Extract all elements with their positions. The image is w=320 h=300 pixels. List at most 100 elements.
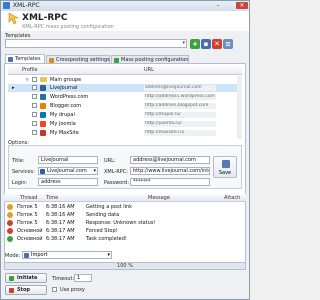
save-template-icon[interactable]: ▪ xyxy=(201,39,211,49)
add-template-icon[interactable]: + xyxy=(190,39,200,49)
timeout-label: Timeout: xyxy=(52,276,75,282)
log-message: Task completed! xyxy=(86,236,127,242)
progress-bar: 100 % xyxy=(4,262,246,270)
chevron-down-icon: ▾ xyxy=(93,168,96,174)
log-message: Getting a post link xyxy=(86,204,133,210)
floppy-disk-icon xyxy=(222,160,230,168)
thread-column-header[interactable]: Thread xyxy=(20,195,37,201)
status-icon xyxy=(7,212,13,218)
chevron-down-icon: ▾ xyxy=(107,252,110,258)
templates-select[interactable]: ▾ xyxy=(5,39,187,48)
profile-url: http://maxsite.ru/ xyxy=(144,130,216,136)
collapse-icon[interactable]: ▿ xyxy=(26,77,29,83)
progress-text: 100 % xyxy=(117,263,133,269)
stop-icon xyxy=(9,288,14,293)
profile-name: My drupal xyxy=(50,112,75,118)
log-thread: Поток 5 xyxy=(17,212,38,218)
group-checkbox[interactable] xyxy=(32,77,37,82)
time-column-header[interactable]: Time xyxy=(46,195,58,201)
plugin-logo-icon xyxy=(7,12,20,26)
log-message: Forced Stop! xyxy=(86,228,118,234)
site-icon xyxy=(40,130,46,136)
log-header xyxy=(4,194,246,202)
initiate-button[interactable]: Initiate xyxy=(5,273,47,283)
delete-template-icon[interactable]: ✕ xyxy=(212,39,222,49)
log-time: 6:38:17 AM xyxy=(46,220,75,226)
url-column-header[interactable]: URL xyxy=(144,67,154,73)
row-checkbox[interactable] xyxy=(32,112,37,117)
log-thread: Поток 5 xyxy=(17,220,38,226)
status-icon xyxy=(7,220,13,226)
row-checkbox[interactable] xyxy=(32,121,37,126)
header-subtitle: XML-RPC mass posting configuration xyxy=(22,24,114,30)
password-label: Password: xyxy=(104,180,130,186)
password-field[interactable]: ******* xyxy=(130,178,210,186)
profile-name: Blogger.com xyxy=(50,103,82,109)
login-label: Login: xyxy=(12,180,28,186)
url-label: URL: xyxy=(104,158,116,164)
app-icon xyxy=(3,2,10,9)
window-title: XML-RPC xyxy=(13,2,40,9)
log-time: 6:38:17 AM xyxy=(46,236,75,242)
log-message: Response: Unknown status! xyxy=(86,220,156,226)
log-thread: Поток 5 xyxy=(17,204,38,210)
log-row[interactable] xyxy=(4,211,246,219)
profile-url: http://address.blogspot.com xyxy=(144,103,216,109)
header-title: XML-RPC xyxy=(22,13,68,23)
title-label: Title: xyxy=(12,158,25,164)
profile-name: My MaxSite xyxy=(50,130,79,136)
title-field[interactable]: LiveJournal xyxy=(38,156,98,164)
login-field[interactable]: address xyxy=(38,178,98,186)
close-icon[interactable]: ✕ xyxy=(236,2,248,9)
templates-tab-icon xyxy=(8,57,13,62)
site-icon xyxy=(40,112,46,118)
settings-icon[interactable]: ≡ xyxy=(223,39,233,49)
row-checkbox[interactable] xyxy=(32,130,37,135)
play-icon xyxy=(9,276,14,281)
row-checkbox[interactable] xyxy=(32,103,37,108)
log-time: 6:38:17 AM xyxy=(46,228,75,234)
log-thread: Основной xyxy=(17,228,43,234)
mode-label: Mode: xyxy=(5,253,21,259)
status-icon xyxy=(7,204,13,210)
profile-column-header[interactable]: Profile xyxy=(22,67,38,73)
profile-name: WordPress.com xyxy=(50,94,89,100)
attach-column-header[interactable]: Attach xyxy=(224,195,240,201)
site-icon xyxy=(40,103,46,109)
profile-url: http://joomla.ru/ xyxy=(144,121,216,127)
log-time: 6:38:16 AM xyxy=(46,212,75,218)
profile-url: http://address1.wordpress.com xyxy=(144,94,216,100)
log-thread: Основной xyxy=(17,236,43,242)
timeout-stepper[interactable]: 1 xyxy=(74,274,92,282)
use-proxy-checkbox[interactable] xyxy=(52,287,57,292)
status-icon xyxy=(7,236,13,242)
services-label: Services: xyxy=(12,169,35,175)
profile-grid-header xyxy=(8,66,242,75)
xmlrpc-label: XML-RPC: xyxy=(104,169,128,175)
livejournal-icon xyxy=(40,169,45,174)
group-label: Main groupe xyxy=(50,77,82,83)
stop-button[interactable]: Stop xyxy=(5,285,47,295)
services-select[interactable]: LiveJournal.com ▾ xyxy=(38,167,98,175)
site-icon xyxy=(40,121,46,127)
profile-url: address@livejournal.com xyxy=(144,85,216,91)
profile-name: My Joomla xyxy=(50,121,76,127)
profile-name: LiveJournal xyxy=(50,85,78,91)
xmlrpc-field[interactable]: http://www.livejournal.com/interface xyxy=(130,167,210,175)
minimize-icon[interactable]: – xyxy=(213,2,223,9)
mode-select[interactable]: Import ▾ xyxy=(22,251,112,259)
message-column-header[interactable]: Message xyxy=(148,195,170,201)
grid-scrollbar[interactable] xyxy=(237,76,242,139)
chevron-down-icon: ▾ xyxy=(182,40,185,46)
row-checkbox[interactable] xyxy=(32,85,37,90)
status-icon xyxy=(7,228,13,234)
url-field[interactable]: address@livejournal.com xyxy=(130,156,210,164)
site-icon xyxy=(40,85,46,91)
folder-icon xyxy=(40,77,47,82)
row-checkbox[interactable] xyxy=(32,94,37,99)
log-time: 6:38:16 AM xyxy=(46,204,75,210)
save-button[interactable]: Save xyxy=(213,156,237,178)
profile-url: http://drupal.ru/ xyxy=(144,112,216,118)
row-pointer-icon: ▸ xyxy=(12,85,15,91)
use-proxy-label: Use proxy xyxy=(60,287,85,293)
